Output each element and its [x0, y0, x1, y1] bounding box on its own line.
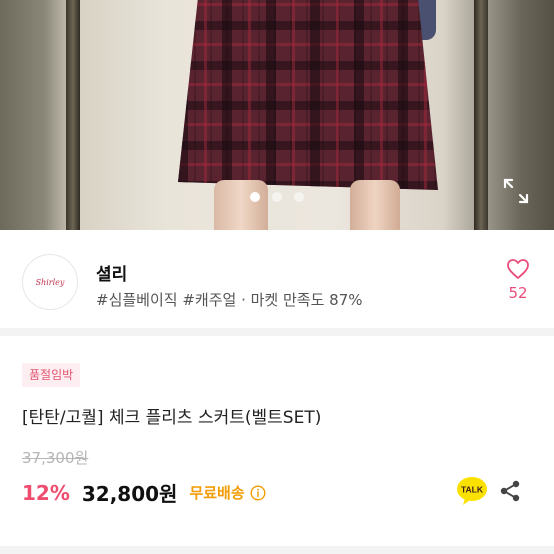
original-price: 37,300원 [22, 449, 89, 467]
free-shipping-label: 무료배송 [189, 484, 245, 502]
product-title: [탄탄/고퀄] 체크 플리츠 스커트(벨트SET) [22, 408, 322, 428]
share-icon[interactable] [498, 479, 522, 503]
heart-icon[interactable] [506, 258, 530, 280]
shop-avatar[interactable]: Shirley [22, 254, 78, 310]
like-button[interactable]: 52 [500, 258, 536, 302]
shop-name[interactable]: 셜리 [96, 260, 127, 285]
kakao-talk-icon[interactable]: TALK [456, 476, 488, 506]
carousel-dot-active[interactable] [250, 192, 260, 202]
price-row: 12% 32,800원 무료배송 [22, 478, 266, 507]
plaid-skirt [178, 0, 438, 190]
shop-logo-text: Shirley [35, 277, 65, 287]
leg-right [350, 180, 400, 230]
bottom-divider [0, 546, 554, 554]
carousel-dot[interactable] [294, 192, 304, 202]
like-count: 52 [508, 284, 528, 302]
info-icon[interactable] [250, 484, 266, 501]
status-badge: 품절임박 [22, 363, 81, 387]
expand-icon[interactable] [503, 178, 529, 204]
talk-label: TALK [461, 485, 484, 495]
shop-tags: #심플베이직 #캐주얼 · 마켓 만족도 87% [96, 291, 363, 309]
product-image[interactable] [0, 0, 554, 230]
carousel-dots [0, 192, 554, 202]
seller-row[interactable]: Shirley 셜리 #심플베이직 #캐주얼 · 마켓 만족도 87% 52 [0, 230, 554, 328]
sale-price: 32,800원 [81, 482, 178, 506]
section-divider [0, 328, 554, 336]
leg-left [214, 180, 268, 230]
discount-rate: 12% [22, 480, 70, 505]
carousel-dot[interactable] [272, 192, 282, 202]
